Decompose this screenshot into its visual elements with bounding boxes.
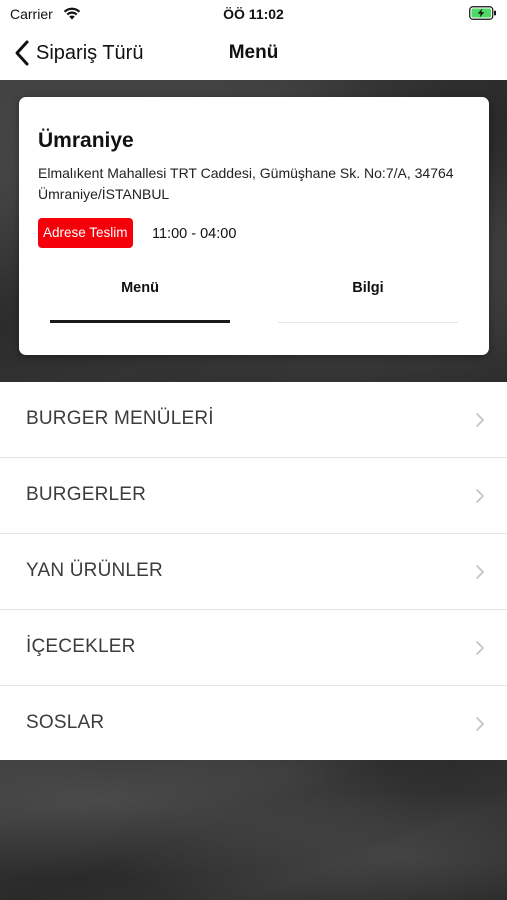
battery-charging-icon bbox=[469, 6, 497, 25]
category-drinks[interactable]: İÇECEKLER bbox=[0, 610, 507, 686]
chevron-right-icon bbox=[475, 640, 485, 656]
store-hours: 11:00 - 04:00 bbox=[152, 226, 237, 242]
chevron-right-icon bbox=[475, 488, 485, 504]
category-side-items[interactable]: YAN ÜRÜNLER bbox=[0, 534, 507, 610]
category-label: YAN ÜRÜNLER bbox=[26, 560, 163, 581]
category-sauces[interactable]: SOSLAR bbox=[0, 686, 507, 761]
store-address: Elmalıkent Mahallesi TRT Caddesi, Gümüşh… bbox=[38, 165, 454, 202]
category-burgers[interactable]: BURGERLER bbox=[0, 458, 507, 534]
store-info-card: Ümraniye Elmalıkent Mahallesi TRT Caddes… bbox=[19, 97, 489, 355]
navigation-bar: Sipariş Türü Menü bbox=[0, 28, 507, 81]
chalkboard-footer-background bbox=[0, 760, 507, 900]
delivery-type-badge: Adrese Teslim bbox=[38, 218, 133, 248]
category-label: BURGERLER bbox=[26, 484, 147, 505]
chevron-right-icon bbox=[475, 412, 485, 428]
category-burger-menus[interactable]: BURGER MENÜLERİ bbox=[0, 382, 507, 458]
tab-menu[interactable]: Menü bbox=[50, 275, 230, 323]
chevron-right-icon bbox=[475, 716, 485, 732]
tab-menu-label: Menü bbox=[121, 280, 159, 296]
category-label: SOSLAR bbox=[26, 712, 105, 733]
tab-selected-indicator bbox=[50, 320, 230, 323]
category-label: İÇECEKLER bbox=[26, 636, 136, 657]
category-label: BURGER MENÜLERİ bbox=[26, 408, 214, 429]
tab-info[interactable]: Bilgi bbox=[278, 275, 458, 323]
page-title: Menü bbox=[228, 42, 279, 63]
tab-indicator bbox=[278, 322, 458, 323]
store-name: Ümraniye bbox=[38, 129, 134, 152]
chevron-right-icon bbox=[475, 564, 485, 580]
status-time: ÖÖ 11:02 bbox=[223, 6, 284, 22]
tab-info-label: Bilgi bbox=[352, 280, 384, 296]
menu-category-list: BURGER MENÜLERİ BURGERLER YAN ÜRÜNLER İÇ… bbox=[0, 382, 507, 760]
status-bar: Carrier ÖÖ 11:02 bbox=[0, 0, 507, 28]
